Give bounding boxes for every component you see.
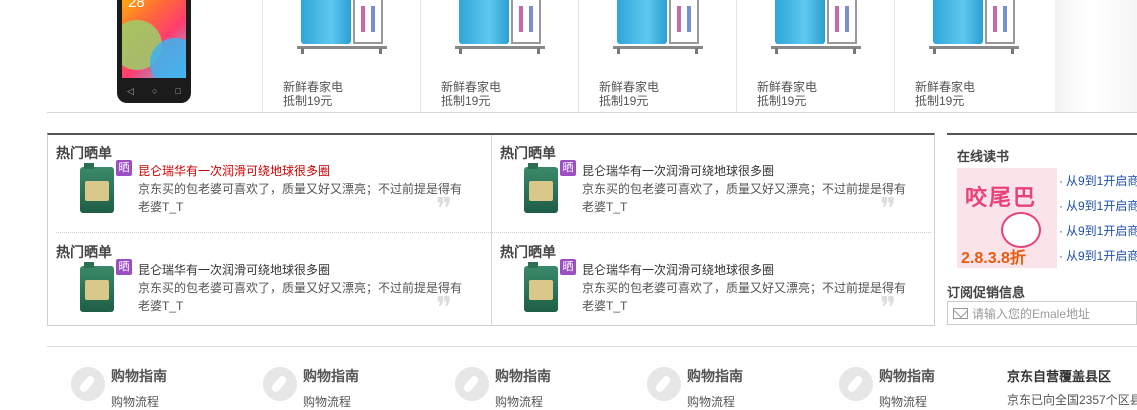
guide-title: 购物指南 <box>687 368 743 384</box>
phone-image: 28 ◁ ○ □ <box>117 0 191 103</box>
product-price: 抵制19元 <box>757 94 807 108</box>
phone-promo[interactable]: 28 ◁ ○ □ <box>47 0 262 112</box>
quote-icon: ❞ <box>880 291 897 326</box>
guide-link[interactable]: 购物流程 <box>303 393 351 410</box>
show-order-desc: 京东买的包老婆可喜欢了，质量又好又漂亮；不过前提是得有老婆T_T <box>582 182 907 214</box>
back-icon: ◁ <box>127 86 134 96</box>
show-order-card[interactable]: 热门晒单 晒 昆仑瑞华有一次润滑可绕地球很多圈 京东买的包老婆可喜欢了，质量又好… <box>48 234 480 326</box>
online-reading-panel: 在线读书 咬尾巴 2.8.3.8折 从9到1开启商 从9到1开启商 从9到1开启… <box>947 133 1137 273</box>
coverage-title: 京东自营覆盖县区 <box>1007 369 1112 384</box>
guide-title: 购物指南 <box>303 368 359 384</box>
shopping-guide: 购物指南 购物流程 <box>815 363 995 410</box>
shopping-guide: 购物指南 购物流程 <box>239 363 419 410</box>
guide-link[interactable]: 购物流程 <box>495 393 543 410</box>
cartoon-face-icon <box>1001 212 1041 248</box>
mail-icon <box>953 308 968 319</box>
reading-link[interactable]: 从9到1开启商 <box>1059 247 1137 272</box>
quote-icon: ❞ <box>436 291 453 326</box>
product-price: 抵制19元 <box>915 94 965 108</box>
section-title: 热门晒单 <box>500 145 556 161</box>
section-title: 在线读书 <box>957 149 1010 164</box>
product-card[interactable]: 新鲜春家电 抵制19元 <box>578 0 736 112</box>
divider <box>56 232 931 233</box>
product-card[interactable]: 新鲜春家电 抵制19元 <box>894 0 1052 112</box>
reading-link[interactable]: 从9到1开启商 <box>1059 197 1137 222</box>
reading-link[interactable]: 从9到1开启商 <box>1059 172 1137 197</box>
strip-edge <box>1055 0 1137 112</box>
show-order-card[interactable]: 热门晒单 晒 昆仑瑞华有一次润滑可绕地球很多圈 京东买的包老婆可喜欢了，质量又好… <box>492 135 924 227</box>
product-price: 抵制19元 <box>599 94 649 108</box>
divider <box>47 112 1137 113</box>
section-title: 热门晒单 <box>56 145 112 161</box>
show-badge-icon: 晒 <box>116 160 132 176</box>
quote-icon: ❞ <box>436 192 453 227</box>
book-cover-title: 咬尾巴 <box>965 185 1038 210</box>
guide-link[interactable]: 购物流程 <box>879 393 927 410</box>
subscribe-panel: 订阅促销信息 <box>947 282 1137 325</box>
home-icon: ○ <box>152 86 158 96</box>
engine-oil-image[interactable] <box>80 262 114 312</box>
show-order-desc: 京东买的包老婆可喜欢了，质量又好又漂亮；不过前提是得有老婆T_T <box>582 281 907 313</box>
compass-icon <box>839 367 873 401</box>
section-title: 热门晒单 <box>56 244 112 260</box>
product-card[interactable]: 新鲜春家电 抵制19元 <box>262 0 420 112</box>
show-badge-icon: 晒 <box>560 259 576 275</box>
reading-link-list: 从9到1开启商 从9到1开启商 从9到1开启商 从9到1开启商 <box>1059 172 1137 272</box>
shopping-guide: 购物指南 购物流程 <box>47 363 227 410</box>
show-badge-icon: 晒 <box>116 259 132 275</box>
show-order-headline[interactable]: 昆仑瑞华有一次润滑可绕地球很多圈 <box>138 261 330 278</box>
clothes-dryer-image <box>929 0 1021 56</box>
show-order-headline[interactable]: 昆仑瑞华有一次润滑可绕地球很多圈 <box>582 162 774 179</box>
phone-clock: 28 <box>128 0 145 11</box>
engine-oil-image[interactable] <box>80 163 114 213</box>
coverage-sub: 京东已向全国2357个区县 <box>1007 393 1137 407</box>
email-field-box[interactable] <box>947 301 1137 325</box>
clothes-dryer-image <box>297 0 389 56</box>
book-cover-sub: 2.8.3.8折 <box>961 250 1026 267</box>
book-cover-image[interactable]: 咬尾巴 2.8.3.8折 <box>957 168 1057 268</box>
product-card[interactable]: 新鲜春家电 抵制19元 <box>736 0 894 112</box>
show-order-card[interactable]: 热门晒单 晒 昆仑瑞华有一次润滑可绕地球很多圈 京东买的包老婆可喜欢了，质量又好… <box>48 135 480 227</box>
clothes-dryer-image <box>455 0 547 56</box>
section-title: 热门晒单 <box>500 244 556 260</box>
guide-title: 购物指南 <box>111 368 167 384</box>
menu-icon: □ <box>175 86 181 96</box>
compass-icon <box>455 367 489 401</box>
engine-oil-image[interactable] <box>524 262 558 312</box>
divider <box>47 346 1137 347</box>
email-field[interactable] <box>972 305 1132 323</box>
show-order-card[interactable]: 热门晒单 晒 昆仑瑞华有一次润滑可绕地球很多圈 京东买的包老婆可喜欢了，质量又好… <box>492 234 924 326</box>
product-price: 抵制19元 <box>283 94 333 108</box>
coverage-info: 京东自营覆盖县区 京东已向全国2357个区县 <box>1007 366 1137 408</box>
show-badge-icon: 晒 <box>560 160 576 176</box>
show-order-headline[interactable]: 昆仑瑞华有一次润滑可绕地球很多圈 <box>138 162 330 179</box>
clothes-dryer-image <box>613 0 705 56</box>
section-title: 订阅促销信息 <box>947 285 1026 300</box>
shopping-guide: 购物指南 购物流程 <box>623 363 803 410</box>
reading-link[interactable]: 从9到1开启商 <box>1059 222 1137 247</box>
show-order-panel: 热门晒单 晒 昆仑瑞华有一次润滑可绕地球很多圈 京东买的包老婆可喜欢了，质量又好… <box>47 133 935 326</box>
shopping-guide: 购物指南 购物流程 <box>431 363 611 410</box>
show-order-headline[interactable]: 昆仑瑞华有一次润滑可绕地球很多圈 <box>582 261 774 278</box>
product-price: 抵制19元 <box>441 94 491 108</box>
guide-title: 购物指南 <box>879 368 935 384</box>
product-strip: 28 ◁ ○ □ 新鲜春家电 抵制19元 新鲜春家电 抵制19元 新鲜春家电 抵… <box>0 0 1137 113</box>
show-order-desc: 京东买的包老婆可喜欢了，质量又好又漂亮；不过前提是得有老婆T_T <box>138 281 463 313</box>
product-card[interactable]: 新鲜春家电 抵制19元 <box>420 0 578 112</box>
guide-link[interactable]: 购物流程 <box>111 393 159 410</box>
compass-icon <box>71 367 105 401</box>
engine-oil-image[interactable] <box>524 163 558 213</box>
guide-title: 购物指南 <box>495 368 551 384</box>
compass-icon <box>647 367 681 401</box>
show-order-desc: 京东买的包老婆可喜欢了，质量又好又漂亮；不过前提是得有老婆T_T <box>138 182 463 214</box>
compass-icon <box>263 367 297 401</box>
clothes-dryer-image <box>771 0 863 56</box>
quote-icon: ❞ <box>880 192 897 227</box>
guide-link[interactable]: 购物流程 <box>687 393 735 410</box>
